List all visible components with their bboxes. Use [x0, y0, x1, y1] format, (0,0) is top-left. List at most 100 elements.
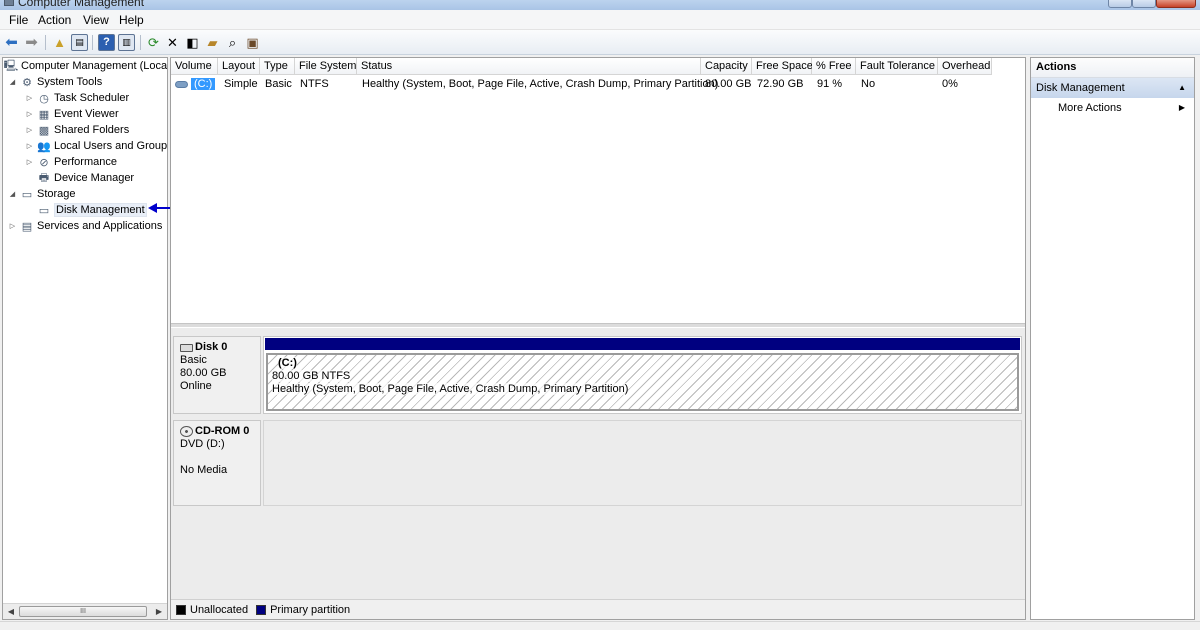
event-viewer-icon: ▦: [38, 108, 50, 121]
menu-help[interactable]: Help: [119, 13, 144, 27]
title-bar: Computer Management: [0, 0, 1200, 10]
tree-item-device-manager[interactable]: 🖶 Device Manager: [37, 170, 134, 186]
expand-icon[interactable]: ▷: [25, 110, 34, 118]
volume-disk-icon: [175, 80, 188, 88]
scroll-thumb[interactable]: III: [19, 606, 147, 617]
col-header-file-system[interactable]: File System: [295, 58, 357, 75]
partition-size-fs: 80.00 GB NTFS: [272, 370, 351, 382]
cell-overhead: 0%: [942, 78, 958, 90]
forward-icon[interactable]: ➡: [23, 34, 40, 51]
computer-icon: 🖳: [3, 59, 19, 72]
window-title: Computer Management: [18, 0, 145, 9]
tree-item-event-viewer[interactable]: ▷ ▦ Event Viewer: [25, 106, 119, 122]
users-icon: 👥: [37, 140, 51, 153]
cell-capacity: 80.00 GB: [705, 78, 752, 90]
console-tree: 🖳 Computer Management (Local ◢ ⚙ System …: [2, 57, 168, 620]
col-header-status[interactable]: Status: [357, 58, 701, 75]
more-actions-label: More Actions: [1058, 102, 1122, 114]
status-bar: [0, 621, 1200, 630]
delete-icon[interactable]: ✕: [164, 34, 181, 51]
col-header-percent-free[interactable]: % Free: [812, 58, 856, 75]
computer-management-icon: [4, 0, 14, 6]
menu-action[interactable]: Action: [38, 13, 71, 27]
refresh-icon[interactable]: ⟳: [145, 34, 162, 51]
more-actions-item[interactable]: More Actions ▶: [1031, 100, 1194, 118]
clock-icon: ◷: [39, 92, 49, 105]
expand-icon[interactable]: ▷: [25, 158, 34, 166]
search-icon[interactable]: ⌕: [224, 34, 241, 51]
disk-0-label[interactable]: Disk 0 Basic 80.00 GB Online: [173, 336, 261, 414]
col-header-fault-tolerance[interactable]: Fault Tolerance: [856, 58, 938, 75]
actions-section-label: Disk Management: [1036, 82, 1125, 94]
open-folder-icon[interactable]: ▰: [204, 34, 221, 51]
disk-management-pane: Volume Layout Type File System Status Ca…: [170, 57, 1026, 620]
cell-free-space: 72.90 GB: [757, 78, 804, 90]
scroll-right-icon[interactable]: ▶: [153, 606, 165, 617]
tree-item-local-users[interactable]: ▷ 👥 Local Users and Groups: [25, 138, 167, 154]
cell-layout: Simple: [224, 78, 258, 90]
actions-section-disk-management[interactable]: Disk Management ▲: [1031, 78, 1194, 98]
menu-bar: File Action View Help: [0, 10, 1200, 30]
col-header-free-space[interactable]: Free Space: [752, 58, 813, 75]
actions-title: Actions: [1031, 58, 1194, 78]
expand-icon[interactable]: ▷: [25, 94, 34, 102]
tree-item-computer-management[interactable]: 🖳 Computer Management (Local: [3, 58, 167, 74]
expand-icon[interactable]: ▷: [25, 142, 34, 150]
tree-item-shared-folders[interactable]: ▷ ▩ Shared Folders: [25, 122, 129, 138]
close-button[interactable]: [1156, 0, 1196, 8]
tree-item-system-tools[interactable]: ◢ ⚙ System Tools: [8, 74, 102, 90]
tree-item-storage[interactable]: ◢ ▭ Storage: [8, 186, 76, 202]
collapse-icon[interactable]: ◢: [8, 78, 17, 86]
collapse-up-icon[interactable]: ▲: [1178, 83, 1186, 92]
partition-name: (C:): [278, 357, 297, 369]
expand-icon[interactable]: ▷: [8, 222, 17, 230]
cdrom-0-media: No Media: [180, 464, 228, 476]
primary-partition-swatch: [256, 604, 267, 615]
tree-item-task-scheduler[interactable]: ▷ ◷ Task Scheduler: [25, 90, 129, 106]
col-header-layout[interactable]: Layout: [218, 58, 260, 75]
services-icon: ▤: [21, 220, 33, 233]
properties-icon[interactable]: ◧: [184, 34, 201, 51]
disk-0-type: Basic: [180, 354, 207, 366]
back-icon[interactable]: ⬅: [3, 34, 20, 51]
legend-unallocated: Unallocated: [190, 603, 249, 616]
col-header-overhead[interactable]: Overhead: [938, 58, 992, 75]
cdrom-0-drive: DVD (D:): [180, 438, 225, 450]
cd-rom-icon: [180, 426, 193, 437]
shared-folder-icon: ▩: [38, 124, 50, 137]
legend-primary: Primary partition: [270, 603, 351, 616]
cell-volume[interactable]: (C:): [171, 76, 219, 92]
performance-icon: ⊘: [39, 156, 49, 169]
pane-splitter[interactable]: [171, 323, 1025, 327]
col-header-type[interactable]: Type: [260, 58, 295, 75]
cdrom-0-area[interactable]: [263, 420, 1022, 506]
show-hide-tree-icon[interactable]: ▤: [71, 34, 88, 51]
storage-icon: ▭: [21, 188, 33, 201]
tree-item-services-applications[interactable]: ▷ ▤ Services and Applications: [8, 218, 163, 234]
maximize-button[interactable]: [1132, 0, 1156, 8]
disk-0-partition-area: (C:) 80.00 GB NTFS Healthy (System, Boot…: [263, 336, 1022, 414]
disk-graphical-view: Disk 0 Basic 80.00 GB Online (C:) 80.00 …: [171, 328, 1025, 604]
expand-icon[interactable]: ▷: [25, 126, 34, 134]
primary-partition-bar: [265, 338, 1020, 350]
action-pane-icon[interactable]: ▥: [118, 34, 135, 51]
partition-c[interactable]: (C:) 80.00 GB NTFS Healthy (System, Boot…: [266, 353, 1019, 411]
tree-horizontal-scrollbar[interactable]: ◀ III ▶: [3, 603, 167, 619]
collapse-icon[interactable]: ◢: [8, 190, 17, 198]
col-header-capacity[interactable]: Capacity: [701, 58, 752, 75]
minimize-button[interactable]: [1108, 0, 1132, 8]
hard-disk-icon: [180, 343, 193, 352]
up-folder-icon[interactable]: ▲: [51, 34, 68, 51]
menu-view[interactable]: View: [83, 13, 109, 27]
col-header-volume[interactable]: Volume: [171, 58, 218, 75]
help-icon[interactable]: ?: [98, 34, 115, 51]
disk-0-size: 80.00 GB: [180, 367, 227, 379]
menu-file[interactable]: File: [9, 13, 28, 27]
export-icon[interactable]: ▣: [244, 34, 261, 51]
tree-item-disk-management[interactable]: ▭ Disk Management: [37, 202, 147, 218]
tools-icon: ⚙: [22, 76, 32, 89]
actions-pane: Actions Disk Management ▲ More Actions ▶: [1030, 57, 1195, 620]
cdrom-0-label[interactable]: CD-ROM 0 DVD (D:) No Media: [173, 420, 261, 506]
legend: Unallocated Primary partition: [171, 599, 1025, 619]
scroll-left-icon[interactable]: ◀: [5, 606, 17, 617]
